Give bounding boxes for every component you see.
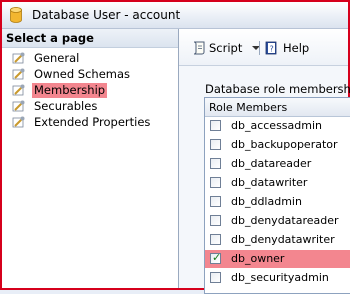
window-title: Database User - account [32, 8, 181, 22]
role-checkbox[interactable] [210, 234, 221, 245]
script-label: Script [209, 41, 243, 55]
role-members-list: Role Members db_accessadmin db_backupope… [204, 97, 350, 294]
svg-text:?: ? [270, 45, 274, 54]
role-checkbox[interactable] [210, 120, 221, 131]
role-name: db_ddladmin [231, 195, 302, 208]
role-name: db_backupoperator [231, 138, 338, 151]
page-item-label: Membership [32, 83, 108, 98]
role-row-db-denydatareader: db_denydatareader [205, 212, 350, 230]
checkmark-icon: ✓ [212, 251, 222, 264]
toolbar: Script ? Help [179, 29, 348, 66]
script-icon [193, 41, 205, 55]
help-label: Help [283, 41, 310, 55]
page-item-label: General [34, 51, 80, 65]
page-item-label: Extended Properties [34, 115, 151, 129]
role-checkbox[interactable] [210, 215, 221, 226]
role-row-db-owner: ✓ db_owner [205, 250, 350, 268]
page-item-securables[interactable]: Securables [12, 99, 172, 114]
select-page-label: Select a page [6, 31, 94, 45]
page-item-extended-properties[interactable]: Extended Properties [12, 115, 172, 130]
role-checkbox[interactable] [210, 139, 221, 150]
role-checkbox[interactable] [210, 158, 221, 169]
content-pane: Script ? Help Database role membership: … [179, 29, 350, 294]
role-checkbox[interactable] [210, 196, 221, 207]
role-name: db_datawriter [231, 176, 308, 189]
role-name: db_denydatareader [231, 214, 339, 227]
role-row-db-securityadmin: db_securityadmin [205, 269, 350, 287]
role-name: db_accessadmin [231, 119, 322, 132]
role-row-db-ddladmin: db_ddladmin [205, 193, 350, 211]
page-selector-pane: Select a page General Owned Schemas Memb… [2, 29, 179, 288]
role-name: db_datareader [231, 157, 312, 170]
column-header-label: Role Members [209, 101, 288, 114]
role-name: db_denydatawriter [231, 233, 335, 246]
page-item-membership[interactable]: Membership [12, 83, 172, 98]
role-name: db_owner [231, 252, 285, 265]
page-item-owned-schemas[interactable]: Owned Schemas [12, 67, 172, 82]
role-row-db-denydatawriter: db_denydatawriter [205, 231, 350, 249]
toolbar-divider [259, 41, 260, 55]
page-item-general[interactable]: General [12, 51, 172, 66]
role-row-db-datawriter: db_datawriter [205, 174, 350, 192]
role-checkbox[interactable] [210, 272, 221, 283]
role-members-column-header[interactable]: Role Members [205, 98, 350, 117]
select-page-header: Select a page [2, 29, 178, 48]
help-button[interactable]: ? Help [263, 40, 313, 56]
wrench-icon [12, 52, 25, 64]
role-checkbox[interactable]: ✓ [210, 251, 222, 264]
help-book-icon: ? [265, 41, 277, 55]
dialog-window: Database User - account Select a page Ge… [0, 0, 350, 294]
page-item-label: Owned Schemas [34, 67, 131, 81]
wrench-icon [12, 84, 25, 96]
role-name: db_securityadmin [231, 271, 329, 284]
page-item-label: Securables [34, 99, 98, 113]
wrench-icon [12, 100, 25, 112]
database-icon [10, 7, 22, 23]
role-checkbox[interactable] [210, 177, 221, 188]
wrench-icon [12, 68, 25, 80]
role-row-db-datareader: db_datareader [205, 155, 350, 173]
role-row-db-backupoperator: db_backupoperator [205, 136, 350, 154]
role-membership-label: Database role membership: [205, 82, 350, 96]
title-bar: Database User - account [2, 2, 348, 29]
wrench-icon [12, 116, 25, 128]
role-row-db-accessadmin: db_accessadmin [205, 117, 350, 135]
